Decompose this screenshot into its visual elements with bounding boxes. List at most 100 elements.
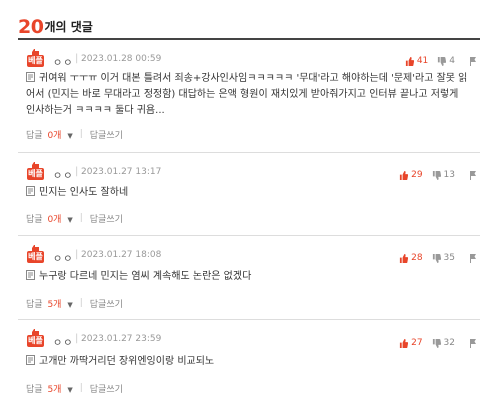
report-button[interactable] (469, 253, 480, 263)
document-icon (26, 186, 35, 196)
reply-count: 5개 (47, 299, 62, 310)
best-label: 베플 (27, 55, 44, 67)
write-reply-link[interactable]: 답글쓰기 (90, 297, 123, 310)
comment-footer: 답글 5개 ▼ | 답글쓰기 (26, 381, 123, 395)
like-count: 41 (416, 56, 429, 66)
dislike-button[interactable]: 13 (432, 170, 455, 180)
report-icon (470, 56, 476, 66)
dislike-button[interactable]: 35 (432, 253, 455, 263)
report-icon (470, 253, 476, 263)
reply-label: 답글 (26, 299, 43, 310)
comment-stats: 41 4 (396, 54, 480, 68)
meta-separator: | (75, 333, 79, 344)
comment-date: 2023.01.27 13:17 (81, 167, 162, 177)
comment-footer: 답글 0개 ▼ | 답글쓰기 (26, 211, 123, 225)
comment-date: 2023.01.28 00:59 (81, 54, 162, 64)
dislike-count: 4 (449, 56, 455, 66)
comment-item: 베플 ㅇㅇ | 2023.01.27 23:59 27 32 고개만 까딱거리던… (18, 319, 480, 411)
like-button[interactable]: 28 (399, 253, 423, 263)
comment-body: 귀여워 ㅜㅜㅠ 이거 대본 틀려서 죄송+강사인사임ㅋㅋㅋㅋㅋ '무대'라고 해… (26, 71, 470, 119)
thumbs-up-icon (399, 170, 409, 180)
thumbs-down-icon (432, 253, 441, 263)
best-label: 베플 (27, 251, 44, 263)
thumbs-up-icon (399, 253, 409, 263)
reply-label: 답글 (26, 130, 43, 141)
comment-author: ㅇㅇ (53, 254, 74, 265)
best-badge: 베플 (27, 328, 44, 347)
best-label: 베플 (27, 168, 44, 180)
best-badge: 베플 (27, 48, 44, 67)
reply-label: 답글 (26, 214, 43, 225)
dislike-count: 35 (443, 253, 455, 263)
dislike-button[interactable]: 4 (437, 56, 455, 66)
dislike-count: 32 (443, 338, 455, 348)
like-button[interactable]: 41 (405, 56, 428, 66)
comment-author: ㅇㅇ (53, 58, 74, 69)
best-badge: 베플 (27, 161, 44, 180)
comment-item: 베플 ㅇㅇ | 2023.01.28 00:59 41 4 귀여워 ㅜㅜㅠ 이거… (18, 40, 480, 152)
caret-down-icon: ▼ (67, 300, 73, 309)
report-icon (470, 338, 476, 348)
footer-separator: | (79, 129, 83, 139)
document-icon (26, 355, 35, 365)
report-button[interactable] (469, 338, 480, 348)
comment-stats: 27 32 (390, 336, 480, 350)
comment-text: 고개만 까딱거리던 장위엔잉이랑 비교되노 (39, 356, 215, 367)
comment-author: ㅇㅇ (53, 338, 74, 349)
document-icon (26, 270, 35, 280)
best-badge: 베플 (27, 244, 44, 263)
comment-item: 베플 ㅇㅇ | 2023.01.27 18:08 28 35 누구랑 다르네 민… (18, 235, 480, 319)
caret-down-icon: ▼ (67, 215, 73, 224)
report-button[interactable] (469, 170, 480, 180)
caret-down-icon: ▼ (67, 131, 73, 140)
comment-item: 베플 ㅇㅇ | 2023.01.27 13:17 29 13 민지는 인사도 잘… (18, 152, 480, 235)
comment-footer: 답글 5개 ▼ | 답글쓰기 (26, 296, 123, 310)
thumbs-up-icon (399, 338, 409, 348)
comment-text: 누구랑 다르네 민지는 염씨 계속해도 논란은 없겠다 (39, 271, 252, 282)
thumbs-up-icon (405, 56, 414, 66)
comment-count-suffix: 개의 댓글 (44, 20, 93, 34)
meta-separator: | (75, 249, 79, 260)
write-reply-link[interactable]: 답글쓰기 (90, 128, 123, 141)
best-label: 베플 (27, 335, 44, 347)
like-button[interactable]: 29 (399, 170, 423, 180)
thumbs-down-icon (438, 56, 447, 66)
comment-text: 귀여워 ㅜㅜㅠ 이거 대본 틀려서 죄송+강사인사임ㅋㅋㅋㅋㅋ '무대'라고 해… (26, 73, 468, 116)
write-reply-link[interactable]: 답글쓰기 (90, 212, 123, 225)
like-count: 29 (411, 170, 423, 180)
reply-label: 답글 (26, 384, 43, 395)
reply-count: 0개 (47, 214, 62, 225)
like-count: 28 (411, 253, 423, 263)
comment-date: 2023.01.27 23:59 (81, 334, 162, 344)
caret-down-icon: ▼ (67, 385, 73, 394)
comment-stats: 28 35 (390, 251, 480, 265)
footer-separator: | (79, 298, 83, 308)
meta-separator: | (75, 166, 79, 177)
comments-header: 20 개의 댓글 (18, 12, 93, 38)
comment-body: 누구랑 다르네 민지는 염씨 계속해도 논란은 없겠다 (26, 269, 470, 285)
meta-separator: | (75, 53, 79, 64)
like-button[interactable]: 27 (399, 338, 423, 348)
reply-count: 0개 (47, 130, 62, 141)
comment-body: 민지는 인사도 잘하네 (26, 185, 470, 201)
comment-author: ㅇㅇ (53, 171, 74, 182)
comment-footer: 답글 0개 ▼ | 답글쓰기 (26, 127, 123, 141)
comment-date: 2023.01.27 18:08 (81, 250, 162, 260)
reply-toggle[interactable]: 답글 5개 ▼ (26, 297, 73, 310)
comment-count: 20 (18, 16, 44, 38)
dislike-count: 13 (443, 170, 455, 180)
reply-toggle[interactable]: 답글 0개 ▼ (26, 212, 73, 225)
footer-separator: | (79, 383, 83, 393)
dislike-button[interactable]: 32 (432, 338, 455, 348)
comment-text: 민지는 인사도 잘하네 (39, 187, 129, 198)
report-icon (470, 170, 476, 180)
report-button[interactable] (469, 56, 480, 66)
thumbs-down-icon (432, 338, 441, 348)
footer-separator: | (79, 213, 83, 223)
comment-stats: 29 13 (390, 168, 480, 182)
document-icon (26, 72, 35, 82)
reply-toggle[interactable]: 답글 0개 ▼ (26, 128, 73, 141)
reply-toggle[interactable]: 답글 5개 ▼ (26, 382, 73, 395)
reply-count: 5개 (47, 384, 62, 395)
write-reply-link[interactable]: 답글쓰기 (90, 382, 123, 395)
